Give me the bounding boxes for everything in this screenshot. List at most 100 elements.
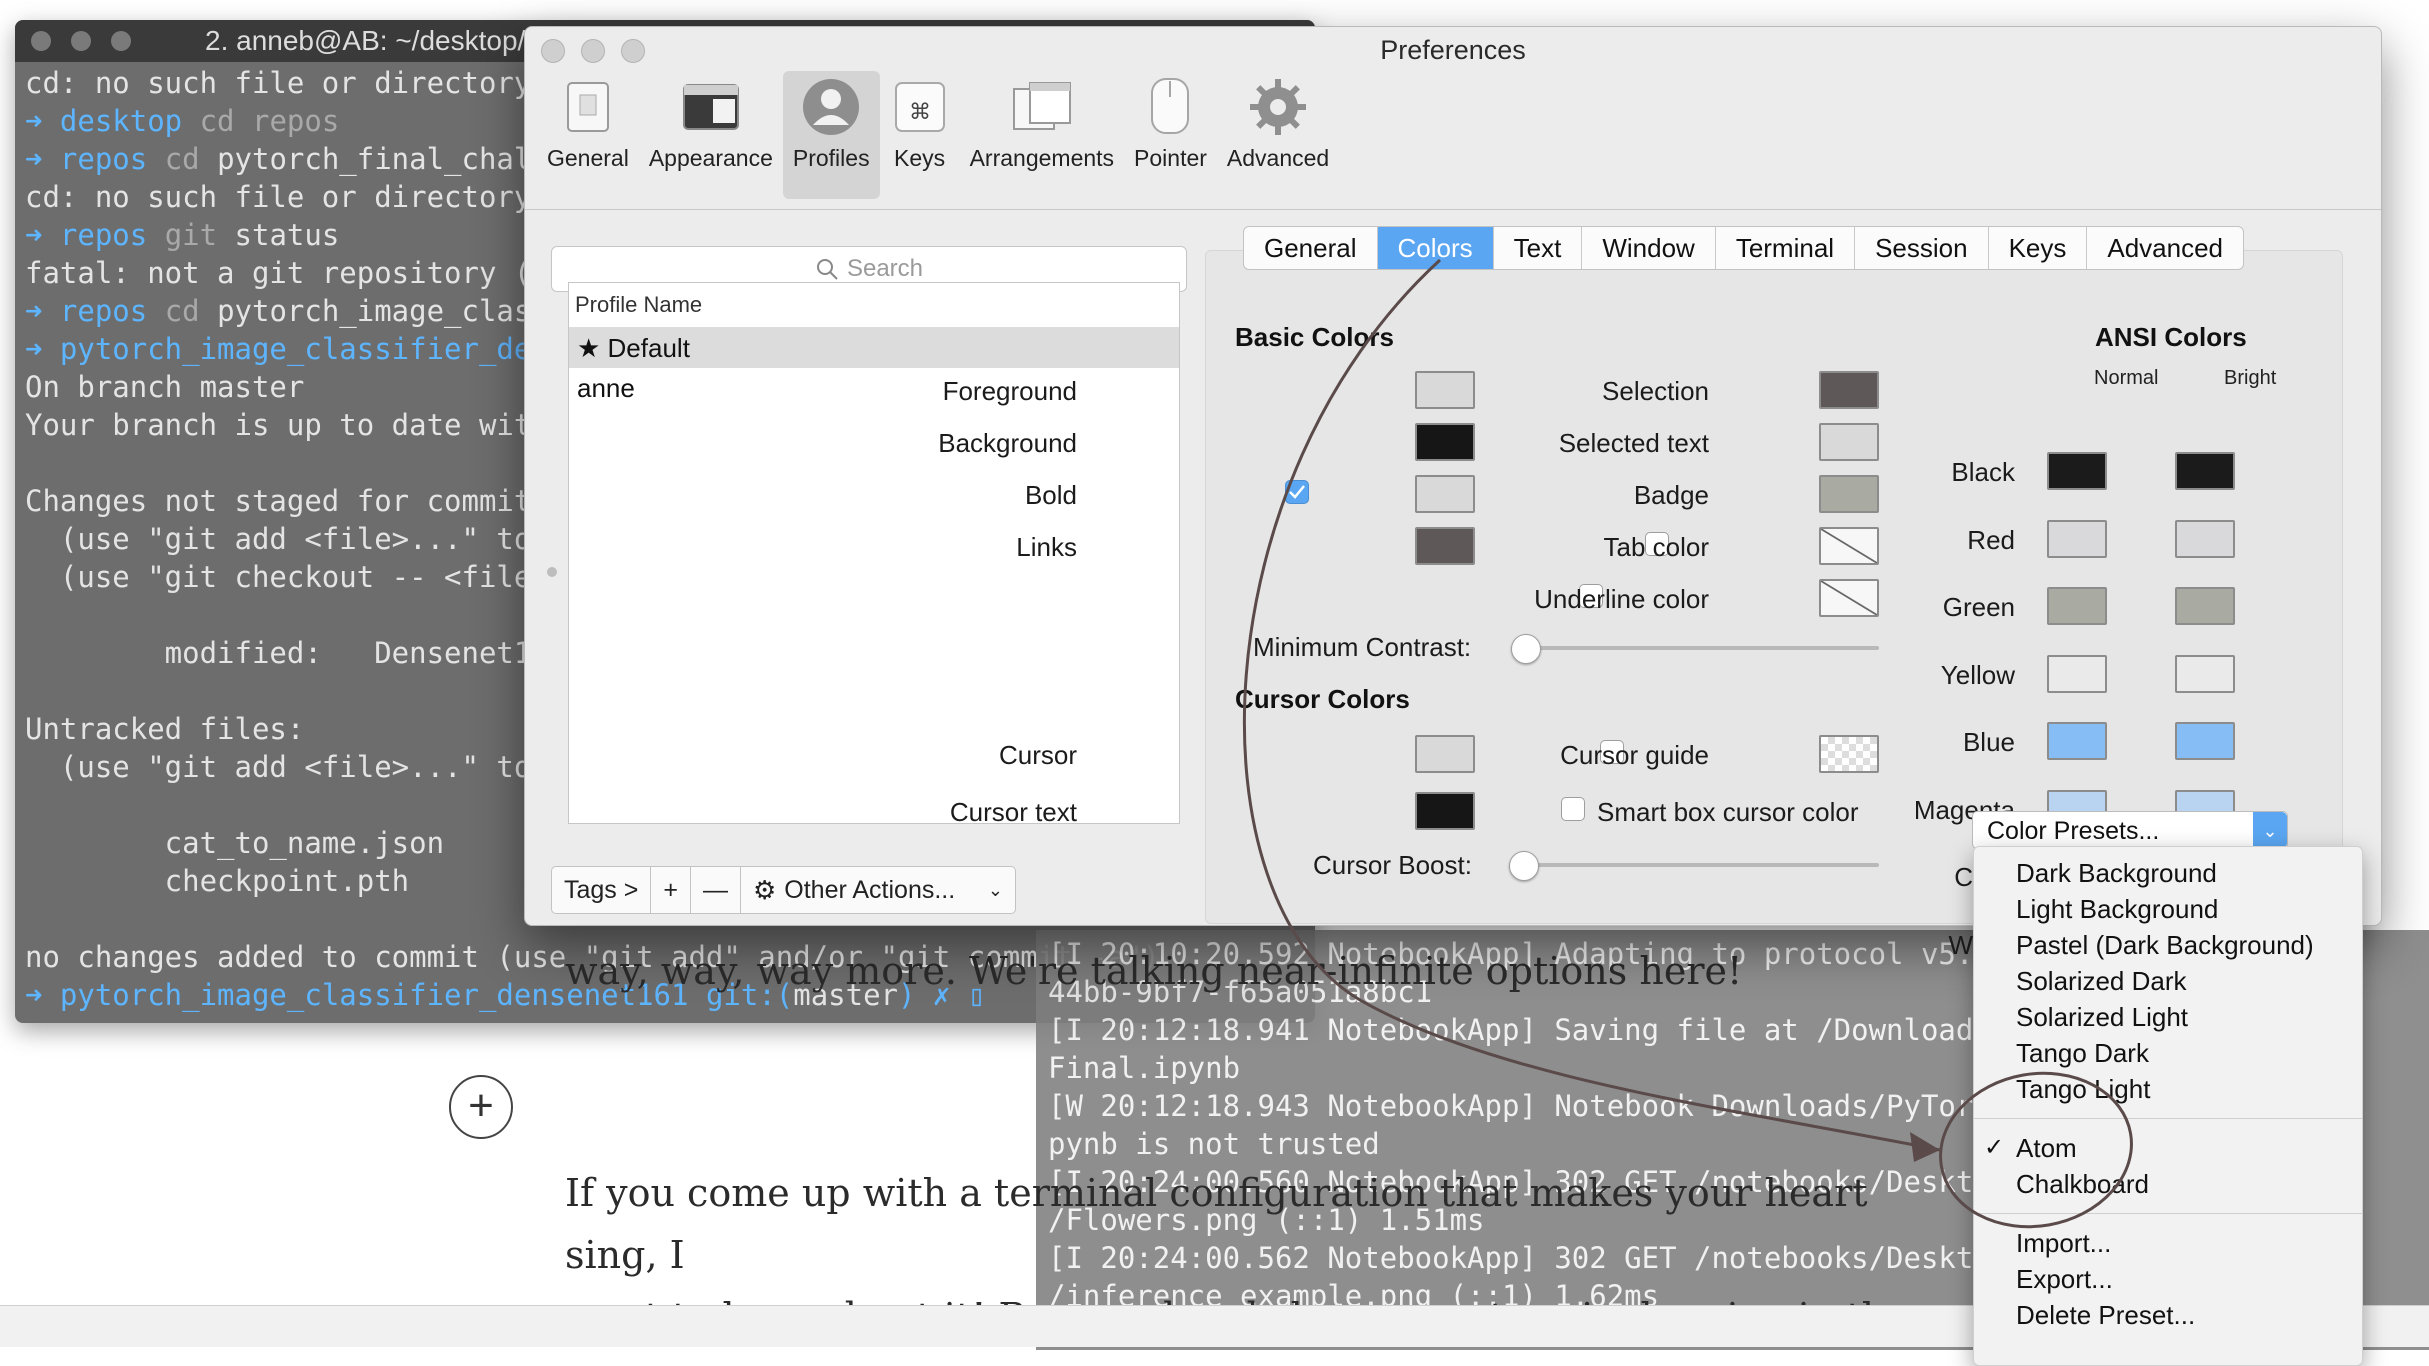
terminal-text: ➜	[25, 294, 60, 328]
tab-color-well[interactable]	[1819, 527, 1879, 565]
ansi-blue-label: Blue	[1962, 727, 2015, 757]
minimum-contrast-label: Minimum Contrast:	[1253, 632, 1472, 662]
profile-name-header[interactable]: Profile Name	[569, 283, 1179, 328]
minimize-button[interactable]	[71, 31, 91, 51]
terminal-text: fatal: not a git repository (or	[25, 256, 567, 290]
terminal-text: cat_to_name.json	[25, 826, 445, 860]
color-presets-popup[interactable]: Color Presets... ⌄	[1972, 811, 2288, 849]
builtin-presets-group: Dark Background Light Background Pastel (D…	[1974, 855, 2362, 1107]
arrangements-icon	[1012, 77, 1072, 137]
ansi-yellow-bright-well[interactable]	[2175, 654, 2235, 693]
toolbar-pointer[interactable]: Pointer	[1124, 71, 1217, 199]
add-profile-button[interactable]: +	[651, 867, 691, 913]
gear-icon	[1248, 77, 1308, 137]
basic-colors-heading: Basic Colors	[1235, 322, 1394, 352]
selection-color-well[interactable]	[1819, 371, 1879, 409]
profile-row-default[interactable]: ★ Default	[569, 328, 1179, 368]
menu-separator	[1974, 1118, 2362, 1119]
terminal-text: git	[147, 218, 235, 252]
preset-menu-label: Export...	[2016, 1264, 2113, 1294]
minimum-contrast-slider[interactable]	[1525, 646, 1879, 650]
badge-color-well[interactable]	[1819, 475, 1879, 513]
ansi-red-normal-well[interactable]	[2047, 519, 2107, 558]
ansi-green-bright-well[interactable]	[2175, 587, 2235, 625]
profile-tabs: General Colors Text Window Terminal Sess…	[1243, 226, 2245, 270]
split-handle[interactable]	[547, 567, 557, 577]
preset-menu-item[interactable]: Light Background	[1974, 891, 2362, 927]
preset-menu-item[interactable]: Export...	[1974, 1261, 2362, 1297]
bold-checkbox[interactable]	[1285, 480, 1309, 504]
bold-color-well[interactable]	[1415, 475, 1475, 513]
toolbar-general[interactable]: General	[537, 71, 639, 199]
preset-menu-item[interactable]: Dark Background	[1974, 855, 2362, 891]
cursor-text-color-well[interactable]	[1415, 792, 1475, 830]
preset-menu-item[interactable]: Import...	[1974, 1225, 2362, 1261]
preset-menu-item[interactable]: Delete Preset...	[1974, 1297, 2362, 1333]
preset-menu-item[interactable]: Tango Dark	[1974, 1035, 2362, 1071]
toolbar-advanced[interactable]: Advanced	[1217, 71, 1339, 199]
ansi-green-normal-well[interactable]	[2047, 587, 2107, 625]
add-block-button[interactable]: +	[449, 1075, 513, 1139]
tags-button[interactable]: Tags >	[552, 867, 652, 913]
toolbar-keys[interactable]: ⌘ Keys	[880, 71, 960, 199]
tab-general[interactable]: General	[1244, 227, 1378, 269]
background-color-well[interactable]	[1415, 423, 1475, 461]
cursor-color-well[interactable]	[1415, 735, 1475, 773]
remove-profile-button[interactable]: —	[691, 867, 741, 913]
terminal-text: ➜	[25, 142, 60, 176]
profile-list[interactable]: Profile Name ★ Default anne	[568, 282, 1180, 824]
selected-text-color-well[interactable]	[1819, 423, 1879, 461]
ansi-red-bright-well[interactable]	[2175, 519, 2235, 558]
tab-advanced[interactable]: Advanced	[2087, 227, 2243, 269]
toolbar-label: Profiles	[792, 145, 870, 171]
cursor-guide-color-well[interactable]	[1819, 735, 1879, 773]
tab-session[interactable]: Session	[1855, 227, 1989, 269]
preset-menu-label: Tango Dark	[2016, 1038, 2149, 1068]
ansi-yellow-label: Yellow	[1940, 659, 2015, 690]
tab-colors[interactable]: Colors	[1377, 227, 1494, 269]
preset-menu-item[interactable]: Pastel (Dark Background)	[1974, 927, 2362, 963]
tab-terminal[interactable]: Terminal	[1716, 227, 1856, 269]
preset-menu-item[interactable]: Chalkboard	[1974, 1166, 2362, 1202]
preset-menu-item[interactable]: ✓ Atom	[1974, 1130, 2362, 1166]
profile-row-anne[interactable]: anne	[569, 368, 1179, 408]
article-text: way, way, way more. We're talking near-i…	[565, 940, 1965, 1348]
links-label: Links	[1016, 532, 1077, 562]
toolbar-profiles[interactable]: Profiles	[782, 71, 880, 199]
smart-box-cursor-checkbox[interactable]	[1561, 797, 1585, 821]
preset-menu-item[interactable]: Tango Light	[1974, 1071, 2362, 1107]
tab-window[interactable]: Window	[1582, 227, 1716, 269]
preset-menu-label: Light Background	[2016, 894, 2219, 924]
toolbar-appearance[interactable]: Appearance	[639, 71, 783, 199]
cursor-boost-knob[interactable]	[1509, 851, 1539, 881]
checkmark-icon: ✓	[1984, 1134, 2005, 1161]
preset-menu-item[interactable]: Solarized Light	[1974, 999, 2362, 1035]
terminal-text: On branch master	[25, 370, 305, 404]
close-button[interactable]	[31, 31, 51, 51]
zoom-button[interactable]	[111, 31, 131, 51]
foreground-label: Foreground	[942, 376, 1077, 406]
cursor-guide-label: Cursor guide	[1560, 740, 1709, 770]
color-presets-menu: Dark Background Light Background Pastel (D…	[1973, 846, 2363, 1366]
underline-color-well[interactable]	[1819, 579, 1879, 617]
toolbar-arrangements[interactable]: Arrangements	[960, 71, 1124, 199]
links-color-well[interactable]	[1415, 527, 1475, 565]
preset-menu-label: Import...	[2016, 1228, 2112, 1258]
ansi-black-bright-well[interactable]	[2175, 452, 2235, 490]
minimum-contrast-knob[interactable]	[1511, 634, 1541, 664]
tab-text[interactable]: Text	[1494, 227, 1583, 269]
terminal-text: pytorch_final_chall	[217, 142, 549, 176]
terminal-text: cd: no such file or directory:	[25, 180, 567, 214]
preset-menu-item[interactable]: Solarized Dark	[1974, 963, 2362, 999]
foreground-color-well[interactable]	[1415, 371, 1475, 409]
preset-menu-label: Solarized Dark	[2016, 966, 2187, 996]
other-actions-menu[interactable]: ⚙ Other Actions... ⌄	[741, 867, 1015, 913]
ansi-blue-normal-well[interactable]	[2047, 722, 2107, 760]
ansi-blue-bright-well[interactable]	[2175, 722, 2235, 760]
ansi-yellow-normal-well[interactable]	[2047, 654, 2107, 693]
ansi-black-normal-well[interactable]	[2047, 452, 2107, 490]
selection-label: Selection	[1602, 376, 1709, 406]
tab-keys[interactable]: Keys	[1989, 227, 2088, 269]
toolbar-label: Pointer	[1134, 145, 1207, 171]
cursor-boost-slider[interactable]	[1525, 863, 1879, 867]
